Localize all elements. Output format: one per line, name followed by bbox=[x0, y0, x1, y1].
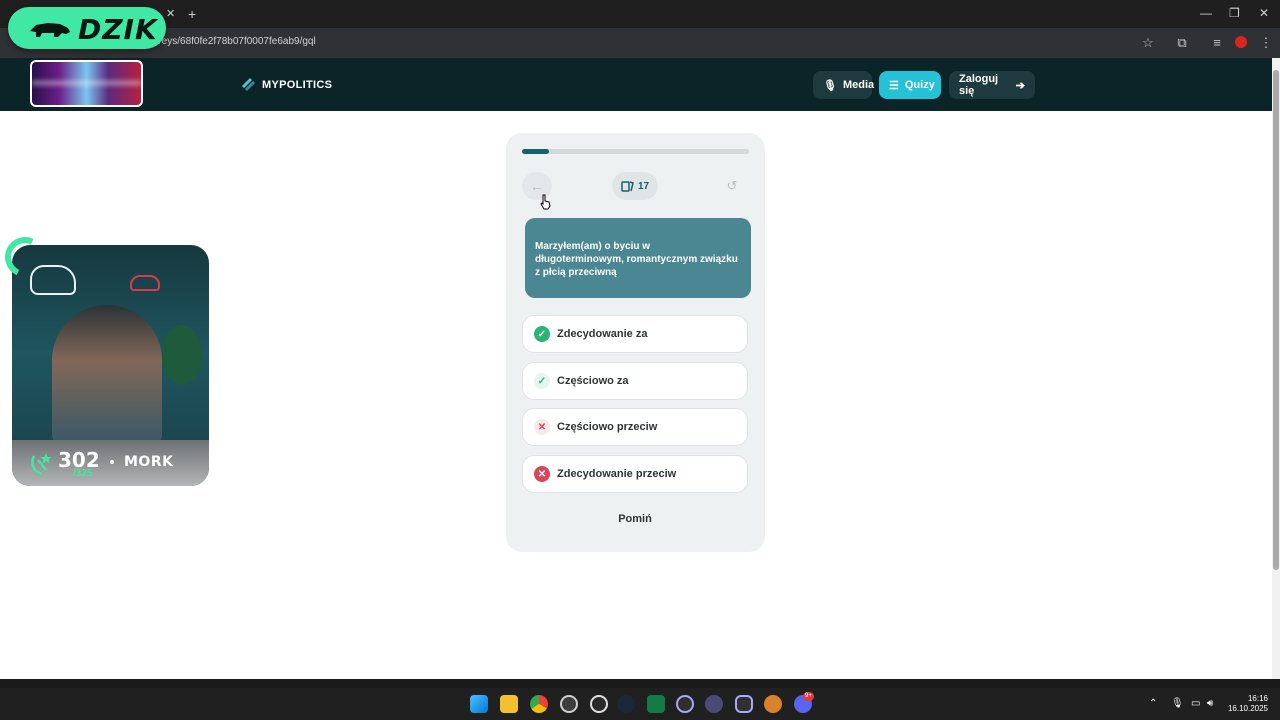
media-controls-icon[interactable]: ≡ bbox=[1209, 35, 1225, 51]
boar-icon bbox=[30, 23, 70, 37]
x-icon: ✕ bbox=[534, 419, 550, 435]
answer-label: Częściowo za bbox=[557, 375, 629, 387]
menu-icon[interactable]: ⋮ bbox=[1258, 35, 1274, 51]
reset-icon[interactable]: ↺ bbox=[722, 176, 742, 196]
app-icon-5[interactable] bbox=[764, 695, 782, 713]
answer-strongly-agree[interactable]: ✓ Zdecydowanie za bbox=[522, 315, 748, 353]
cards-icon bbox=[621, 181, 634, 192]
list-icon: ☰ bbox=[889, 79, 899, 92]
separator-dot bbox=[110, 460, 114, 464]
xbox-icon[interactable] bbox=[647, 695, 665, 713]
microphone-icon: 🎙︎ bbox=[823, 79, 837, 92]
plant bbox=[162, 325, 202, 385]
skip-button[interactable]: Pomiń bbox=[600, 513, 670, 525]
card-counter: 17 bbox=[612, 172, 658, 200]
microphone-tray-icon[interactable]: 🎙︎ bbox=[1171, 698, 1184, 709]
progress-bar bbox=[522, 149, 749, 154]
tray-chevron-icon[interactable]: ⌃ bbox=[1149, 698, 1157, 709]
answer-partly-agree[interactable]: ✓ Częściowo za bbox=[522, 362, 748, 400]
nav-quizy-label: Quizy bbox=[904, 79, 935, 91]
login-arrow-icon: ➔ bbox=[1015, 79, 1025, 92]
mypolitics-logo-icon bbox=[242, 78, 255, 91]
minimize-icon[interactable]: — bbox=[1200, 6, 1212, 20]
ccleaner-icon[interactable] bbox=[590, 695, 608, 713]
webcam-name: MORK bbox=[124, 454, 174, 470]
file-explorer-icon[interactable] bbox=[500, 695, 518, 713]
app-icon-1[interactable] bbox=[560, 695, 578, 713]
answer-label: Częściowo przeciw bbox=[557, 421, 658, 433]
x-circle-icon: ✕ bbox=[534, 466, 550, 482]
clock-date: 16.10.2025 bbox=[1227, 704, 1268, 713]
laurel-star-icon bbox=[31, 453, 52, 476]
nav-quizy-button[interactable]: ☰ Quizy bbox=[879, 71, 941, 99]
answer-partly-disagree[interactable]: ✕ Częściowo przeciw bbox=[522, 408, 748, 446]
answer-label: Zdecydowanie przeciw bbox=[557, 468, 677, 480]
volume-icon[interactable]: 🔊︎ bbox=[1207, 698, 1213, 709]
dzik-logo: DZIK bbox=[8, 7, 166, 49]
app-icon-4[interactable] bbox=[735, 695, 753, 713]
nav-login-label: Zaloguj się bbox=[959, 73, 999, 97]
check-icon: ✓ bbox=[534, 373, 550, 389]
neon-red-sign bbox=[130, 275, 160, 291]
dzik-logo-text: DZIK bbox=[78, 13, 158, 46]
bookmark-star-icon[interactable]: ☆ bbox=[1140, 35, 1156, 51]
nav-media-label: Media bbox=[842, 79, 875, 91]
steam-icon[interactable] bbox=[617, 695, 635, 713]
webcam-score-total: /325 bbox=[73, 468, 93, 479]
hand-cursor-icon bbox=[540, 194, 551, 210]
network-icon[interactable]: ▭ bbox=[1191, 698, 1200, 709]
streamer bbox=[52, 305, 162, 445]
url-text[interactable]: /surveys/68f0fe2f78b07f0007fe6ab9/gql bbox=[140, 36, 316, 47]
question-text: Marzyłem(am) o byciu w długoterminowym, … bbox=[525, 218, 751, 298]
profile-avatar[interactable] bbox=[1235, 36, 1247, 48]
close-window-icon[interactable]: ✕ bbox=[1259, 6, 1269, 20]
site-header bbox=[0, 58, 1272, 111]
brand[interactable]: MYPOLITICS bbox=[241, 77, 332, 92]
app-icon-2[interactable] bbox=[676, 695, 694, 713]
answer-label: Zdecydowanie za bbox=[557, 328, 648, 340]
header-banner-image[interactable] bbox=[30, 60, 143, 107]
app-icon-3[interactable] bbox=[705, 695, 723, 713]
nav-login-button[interactable]: Zaloguj się ➔ bbox=[949, 71, 1035, 99]
progress-fill bbox=[522, 149, 550, 154]
page-bottom-strip bbox=[0, 679, 1280, 688]
taskbar-clock[interactable]: 16:16 16.10.2025 bbox=[1222, 694, 1268, 714]
discord-badge: 9+ bbox=[803, 692, 814, 701]
windows-taskbar bbox=[0, 688, 1280, 720]
clock-time: 16:16 bbox=[1247, 694, 1268, 703]
new-tab-button[interactable]: + bbox=[188, 6, 196, 22]
nav-media-button[interactable]: 🎙︎ Media bbox=[813, 71, 875, 99]
extensions-icon[interactable]: ⧉ bbox=[1174, 35, 1190, 51]
windows-start-icon[interactable] bbox=[470, 695, 488, 713]
scrollbar-thumb[interactable] bbox=[1273, 70, 1279, 570]
chrome-icon[interactable] bbox=[530, 695, 548, 713]
answer-strongly-disagree[interactable]: ✕ Zdecydowanie przeciw bbox=[522, 455, 748, 493]
card-count: 17 bbox=[637, 180, 650, 192]
tab-close-icon[interactable]: ✕ bbox=[166, 7, 175, 20]
brand-name: MYPOLITICS bbox=[262, 78, 333, 91]
check-circle-icon: ✓ bbox=[534, 326, 550, 342]
maximize-icon[interactable]: ❐ bbox=[1229, 6, 1240, 20]
